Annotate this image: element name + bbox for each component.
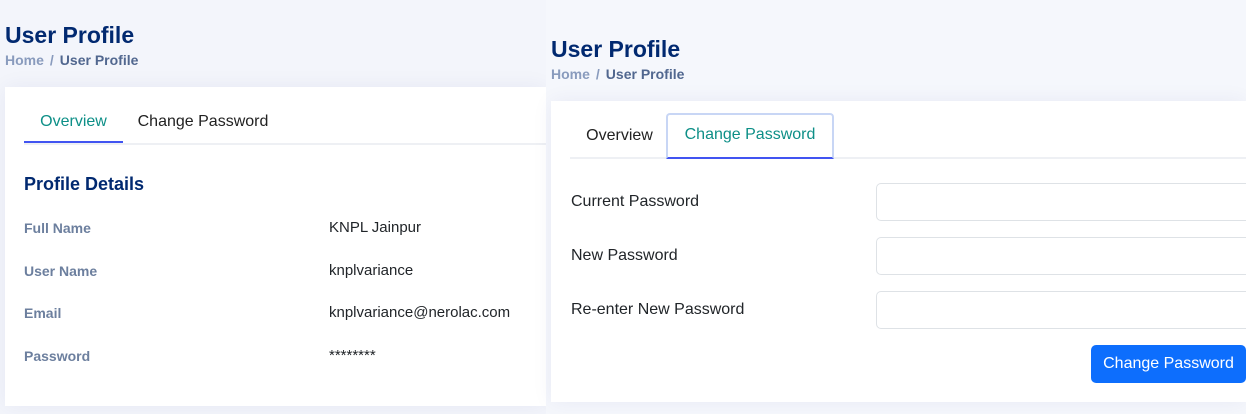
new-password-input[interactable]: [876, 237, 1246, 275]
current-password-input[interactable]: [876, 183, 1246, 221]
breadcrumb-current: User Profile: [59, 52, 139, 68]
user-name-label: User Name: [24, 263, 98, 279]
profile-tabs: Overview Change Password: [24, 105, 546, 145]
password-label: Password: [24, 348, 91, 364]
change-password-card: Overview Change Password Current Passwor…: [551, 101, 1246, 402]
email-label: Email: [24, 305, 62, 321]
section-title: Profile Details: [24, 174, 145, 194]
profile-overview-panel: User Profile Home / User Profile Overview …: [0, 0, 546, 414]
profile-card: Overview Change Password Profile Details…: [5, 87, 546, 406]
breadcrumb-separator: /: [595, 66, 600, 82]
breadcrumb-separator: /: [49, 52, 54, 68]
email-value: knplvariance@nerolac.com: [329, 304, 511, 321]
reenter-password-label: Re-enter New Password: [571, 301, 745, 318]
page-title: User Profile: [5, 22, 135, 48]
reenter-password-input[interactable]: [876, 291, 1246, 329]
new-password-label: New Password: [571, 247, 678, 264]
full-name-value: KNPL Jainpur: [329, 219, 421, 236]
breadcrumb-home-link[interactable]: Home: [551, 66, 590, 82]
full-name-label: Full Name: [24, 220, 91, 236]
breadcrumb: Home / User Profile: [551, 66, 684, 82]
tab-overview[interactable]: Overview: [24, 105, 123, 143]
current-password-label: Current Password: [571, 193, 700, 210]
tab-change-password[interactable]: Change Password: [128, 105, 278, 141]
profile-tabs: Overview Change Password: [570, 113, 1246, 159]
breadcrumb-current: User Profile: [605, 66, 685, 82]
tab-overview[interactable]: Overview: [570, 119, 669, 155]
password-value: ********: [329, 347, 376, 364]
tab-change-password[interactable]: Change Password: [666, 113, 834, 159]
breadcrumb-home-link[interactable]: Home: [5, 52, 44, 68]
user-name-value: knplvariance: [329, 262, 414, 279]
change-password-button[interactable]: Change Password: [1091, 345, 1246, 383]
breadcrumb: Home / User Profile: [5, 52, 138, 68]
page-title: User Profile: [551, 36, 681, 62]
change-password-panel: User Profile Home / User Profile Overview …: [546, 0, 1246, 414]
